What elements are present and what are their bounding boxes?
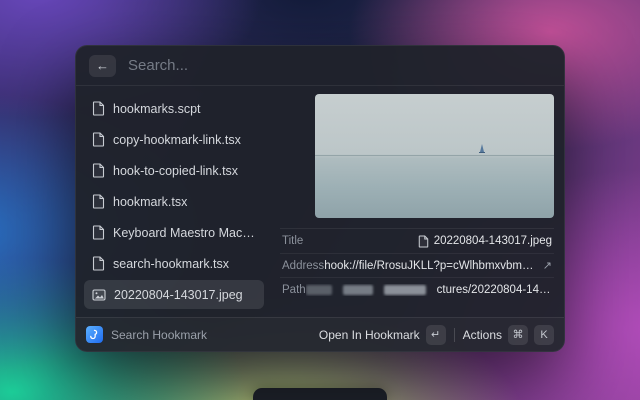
external-link-icon: ↗ xyxy=(543,259,552,272)
file-icon xyxy=(92,163,105,178)
horizon-line xyxy=(315,155,554,156)
footer-actions: Open In Hookmark ↵ Actions ⌘ K xyxy=(319,325,554,345)
meta-label: Address xyxy=(282,260,324,272)
meta-label: Title xyxy=(282,235,303,247)
list-item[interactable]: Keyboard Maestro Macros.k… xyxy=(84,218,264,247)
list-item[interactable]: copy-hookmark-link.tsx xyxy=(84,125,264,154)
meta-row-address[interactable]: Address hook://file/RrosuJKLL?p=cWlhbmxv… xyxy=(280,253,554,277)
meta-row-title: Title 20220804-143017.jpeg xyxy=(280,229,554,253)
hookmark-app-icon xyxy=(86,326,103,343)
k-key: K xyxy=(534,325,554,345)
actions-menu-button[interactable]: Actions ⌘ K xyxy=(463,325,554,345)
back-button[interactable]: ← xyxy=(89,55,116,77)
back-arrow-icon: ← xyxy=(96,58,109,73)
footer-divider xyxy=(454,328,455,342)
list-item[interactable]: hookmark.tsx xyxy=(84,187,264,216)
file-icon xyxy=(92,225,105,240)
search-header: ← xyxy=(76,46,564,86)
redacted-segment xyxy=(306,285,332,295)
command-label: Search Hookmark xyxy=(111,328,207,342)
meta-value-address: hook://file/RrosuJKLL?p=cWlhbmxvbmcvUGlj… xyxy=(324,260,538,272)
action-bar: Search Hookmark Open In Hookmark ↵ Actio… xyxy=(76,317,564,351)
meta-label: Path xyxy=(282,284,306,296)
file-icon xyxy=(418,235,429,248)
meta-value-title: 20220804-143017.jpeg xyxy=(434,235,552,247)
meta-row-path: Path ctures/20220804-143017.jpeg xyxy=(280,277,554,301)
meta-value-path: ctures/20220804-143017.jpeg xyxy=(437,284,552,296)
metadata-table: Title 20220804-143017.jpeg Address hook:… xyxy=(280,228,554,301)
file-name: hookmark.tsx xyxy=(113,195,187,209)
list-item-selected[interactable]: 20220804-143017.jpeg xyxy=(84,280,264,309)
file-name: hook-to-copied-link.tsx xyxy=(113,164,238,178)
primary-action-button[interactable]: Open In Hookmark ↵ xyxy=(319,325,446,345)
detail-pane: Title 20220804-143017.jpeg Address hook:… xyxy=(272,86,564,317)
launcher-window: ← hookmarks.scpt copy-hookmark-link.tsx xyxy=(75,45,565,352)
actions-label: Actions xyxy=(463,328,502,342)
file-name: Keyboard Maestro Macros.k… xyxy=(113,226,256,240)
primary-action-label: Open In Hookmark xyxy=(319,328,420,342)
file-icon xyxy=(92,101,105,116)
enter-key-icon: ↵ xyxy=(426,325,446,345)
file-name: hookmarks.scpt xyxy=(113,102,201,116)
image-file-icon xyxy=(92,288,106,302)
list-item[interactable]: hookmarks.scpt xyxy=(84,94,264,123)
list-item[interactable]: search-hookmark.tsx xyxy=(84,249,264,278)
cmd-key-icon: ⌘ xyxy=(508,325,528,345)
search-input[interactable] xyxy=(128,57,551,74)
list-item[interactable]: hook-to-copied-link.tsx xyxy=(84,156,264,185)
file-icon xyxy=(92,194,105,209)
background-window-edge xyxy=(253,388,387,400)
redacted-segment xyxy=(384,285,426,295)
file-icon xyxy=(92,132,105,147)
file-list: hookmarks.scpt copy-hookmark-link.tsx ho… xyxy=(76,86,272,317)
file-name: copy-hookmark-link.tsx xyxy=(113,133,241,147)
image-preview xyxy=(315,94,554,218)
sailboat xyxy=(480,144,484,152)
file-name: 20220804-143017.jpeg xyxy=(114,288,243,302)
content-area: hookmarks.scpt copy-hookmark-link.tsx ho… xyxy=(76,86,564,317)
file-icon xyxy=(92,256,105,271)
file-name: search-hookmark.tsx xyxy=(113,257,229,271)
redacted-segment xyxy=(343,285,373,295)
